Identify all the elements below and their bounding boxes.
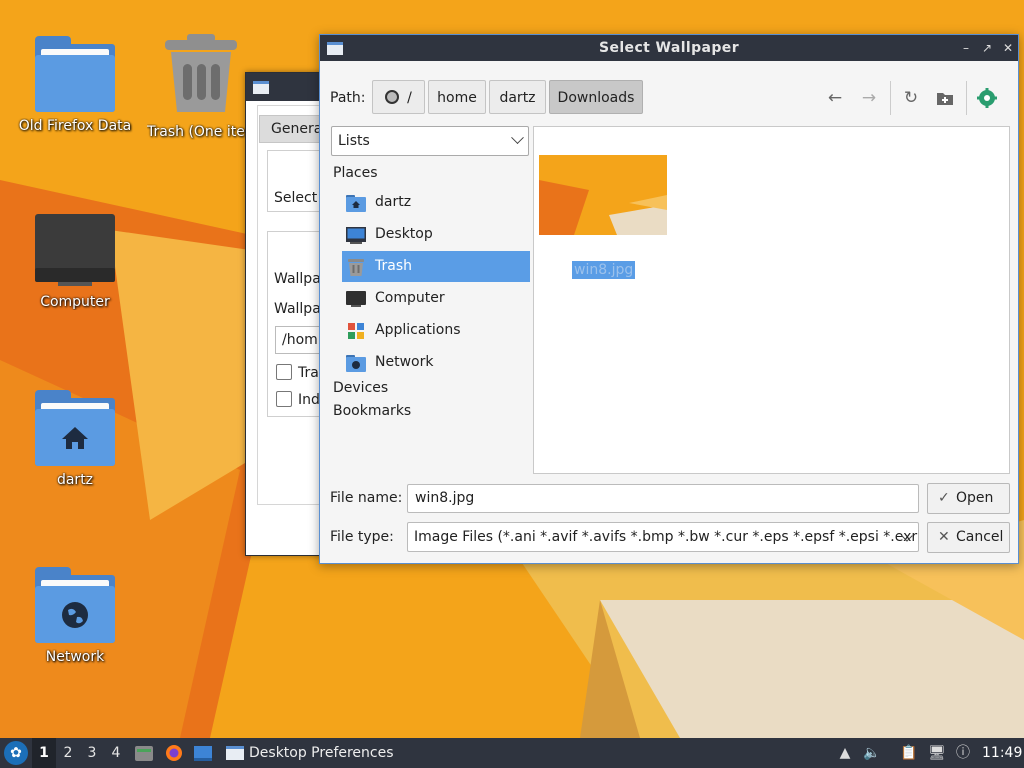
dialog-titlebar[interactable]: Select Wallpaper – ↗ ✕ [320,35,1018,61]
desktop-icon-computer[interactable]: Computer [10,212,140,310]
places-heading[interactable]: Places [333,165,378,181]
clock[interactable]: 11:49 [982,745,1022,761]
desktop-icon [346,227,366,244]
forward-arrow-icon[interactable]: → [858,87,880,109]
filename-label: File name: [330,490,403,506]
workspace-1[interactable]: 1 [32,738,56,768]
open-button[interactable]: ✓ Open [927,483,1010,514]
view-mode-select[interactable]: Lists [331,126,529,156]
file-item-label: win8.jpg [572,261,636,279]
back-arrow-icon[interactable]: ← [824,87,846,109]
toolbar-separator [890,81,891,115]
desktop-icon-network[interactable]: Network [10,567,140,665]
maximize-icon[interactable]: ↗ [979,39,995,57]
file-manager-launcher-icon[interactable] [134,744,154,762]
sidebar-item-label: Trash [375,258,412,274]
chevron-down-icon [511,131,524,145]
dialog-title: Select Wallpaper [598,40,739,56]
breadcrumb-label: dartz [499,90,536,106]
breadcrumb-label: Downloads [557,90,635,106]
minimize-icon[interactable]: – [958,39,974,57]
desktop-icon-label: Old Firefox Data [18,118,132,134]
file-list-pane[interactable]: win8.jpg [533,126,1010,474]
volume-icon[interactable]: 🔈 [863,744,881,762]
bookmarks-heading[interactable]: Bookmarks [333,403,411,419]
network-folder-icon [346,355,366,372]
breadcrumb-downloads[interactable]: Downloads [549,80,643,114]
cancel-button[interactable]: ✕ Cancel [927,522,1010,553]
task-label: Desktop Preferences [249,745,394,761]
trash-icon [165,34,237,112]
workspace-3[interactable]: 3 [80,738,104,768]
checkmark-icon: ✓ [938,490,950,506]
sidebar-item-desktop[interactable]: Desktop [342,219,530,250]
home-folder-icon [346,195,366,212]
desktop-icon-dartz[interactable]: dartz [10,390,140,488]
sidebar-item-label: Applications [375,322,461,338]
tray-up-arrow-icon[interactable]: ▲ [836,744,854,762]
workspace-4[interactable]: 4 [104,738,128,768]
path-label: Path: [330,90,366,106]
desktop-icon-label: Computer [40,294,110,310]
devices-heading[interactable]: Devices [333,380,388,396]
breadcrumb-home[interactable]: home [428,80,486,114]
update-notifier-icon[interactable]: ⓘ [954,744,972,762]
close-icon: ✕ [938,529,950,545]
sidebar-item-computer[interactable]: Computer [342,283,530,314]
settings-gear-icon[interactable] [976,87,998,109]
trash-icon [348,259,364,276]
desktop-icon-label: Network [45,649,105,665]
window-icon [226,746,244,760]
sidebar-item-label: Desktop [375,226,433,242]
network-folder-icon [35,567,115,643]
firefox-launcher-icon[interactable] [164,744,184,762]
filetype-select[interactable]: Image Files (*.ani *.avif *.avifs *.bmp … [407,522,919,552]
sidebar-item-trash[interactable]: Trash [342,251,530,282]
desktop-icon-old-firefox-data[interactable]: Old Firefox Data [10,36,140,134]
home-folder-icon [35,390,115,466]
desktop-icon-label: dartz [56,472,94,488]
reload-icon[interactable]: ↻ [900,87,922,109]
task-desktop-preferences[interactable]: Desktop Preferences [222,738,452,768]
computer-icon [35,214,115,286]
window-icon [253,81,269,94]
sidebar-item-label: Network [375,354,434,370]
workspace-2[interactable]: 2 [56,738,80,768]
sidebar-item-applications[interactable]: Applications [342,315,530,346]
breadcrumb-label: home [437,90,477,106]
breadcrumb-dartz[interactable]: dartz [489,80,546,114]
folder-icon [35,36,115,112]
select-wallpaper-dialog[interactable]: Select Wallpaper – ↗ ✕ Path: / home dart… [319,34,1019,564]
network-status-icon[interactable]: 🖥 [928,744,946,762]
desktop-icon-trash[interactable]: Trash (One item) [137,32,247,140]
show-desktop-icon[interactable] [193,744,213,762]
desktop-icon-label: Trash (One item) [147,124,247,140]
image-thumbnail [539,155,667,235]
start-menu-icon[interactable]: ✿ [4,741,28,765]
computer-icon [346,291,366,307]
filetype-value: Image Files (*.ani *.avif *.avifs *.bmp … [414,529,919,545]
filename-input[interactable]: win8.jpg [407,484,919,513]
close-icon[interactable]: ✕ [1000,39,1016,57]
sidebar-item-label: dartz [375,194,412,210]
toolbar-separator [966,81,967,115]
filetype-label: File type: [330,529,394,545]
view-mode-value: Lists [338,133,370,149]
sidebar-item-network[interactable]: Network [342,347,530,378]
applications-icon [348,323,364,339]
taskbar: ✿ 1 2 3 4 Desktop Preferences ▲ 🔈 📋 🖥 ⓘ … [0,738,1024,768]
open-button-label: Open [956,490,994,506]
clipboard-icon[interactable]: 📋 [900,744,918,762]
breadcrumb-root[interactable]: / [372,80,425,114]
sidebar-item-dartz[interactable]: dartz [342,187,530,218]
sidebar-item-label: Computer [375,290,445,306]
breadcrumb-label: / [407,90,412,106]
drive-icon [385,90,400,104]
cancel-button-label: Cancel [956,529,1004,545]
new-folder-icon[interactable] [934,87,956,109]
